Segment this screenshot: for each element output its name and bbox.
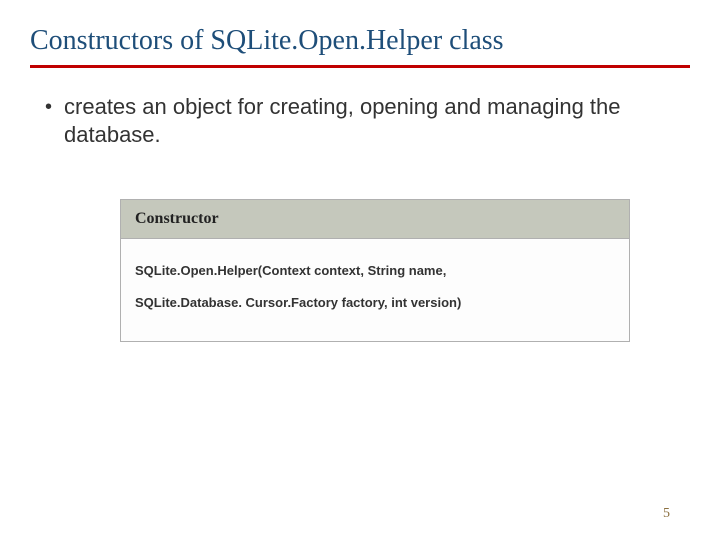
constructor-code-box: Constructor SQLite.Open.Helper(Context c… bbox=[120, 199, 630, 342]
code-box-body: SQLite.Open.Helper(Context context, Stri… bbox=[121, 239, 629, 341]
title-underline bbox=[30, 65, 690, 68]
code-line-2: SQLite.Database. Cursor.Factory factory,… bbox=[135, 287, 615, 319]
code-box-header: Constructor bbox=[121, 200, 629, 239]
bullet-item: • creates an object for creating, openin… bbox=[45, 93, 690, 149]
code-line-1: SQLite.Open.Helper(Context context, Stri… bbox=[135, 255, 615, 287]
bullet-section: • creates an object for creating, openin… bbox=[30, 93, 690, 149]
slide-title: Constructors of SQLite.Open.Helper class bbox=[30, 25, 690, 57]
bullet-text: creates an object for creating, opening … bbox=[64, 93, 690, 149]
bullet-dot-icon: • bbox=[45, 93, 52, 121]
page-number: 5 bbox=[663, 506, 670, 522]
